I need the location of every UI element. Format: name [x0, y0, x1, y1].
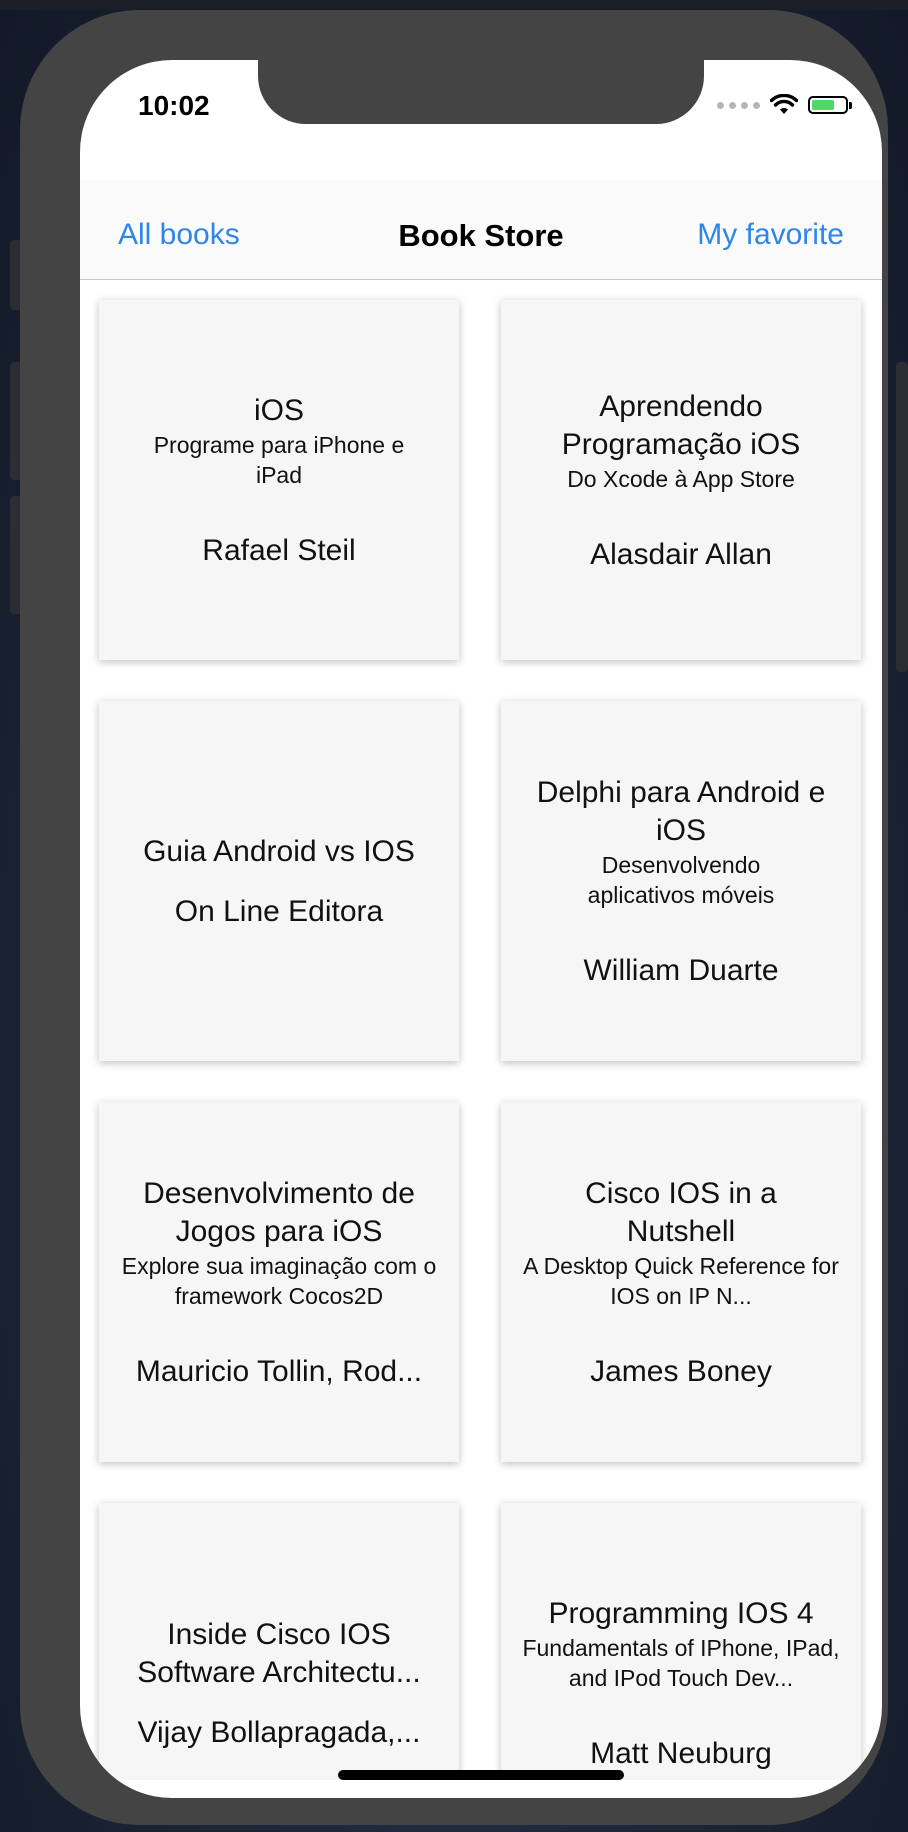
book-author: Matt Neuburg — [590, 1737, 772, 1770]
navigation-bar: All books Book Store My favorite — [80, 180, 882, 280]
book-title: Guia Android vs IOS — [143, 835, 415, 868]
book-title: Inside Cisco IOS Software Architectu... — [137, 1618, 421, 1689]
home-indicator[interactable] — [338, 1770, 624, 1780]
book-title: Delphi para Android e iOS — [536, 776, 826, 847]
desktop-top-strip — [0, 0, 908, 10]
book-subtitle: Do Xcode à App Store — [567, 466, 795, 492]
book-author: Alasdair Allan — [590, 538, 772, 571]
notch — [258, 60, 704, 124]
book-author: Vijay Bollapragada,... — [137, 1716, 421, 1749]
my-favorite-button[interactable]: My favorite — [697, 218, 844, 252]
book-subtitle: A Desktop Quick Reference for IOS on IP … — [523, 1253, 839, 1309]
cellular-signal-icon — [717, 101, 760, 109]
book-card[interactable]: Delphi para Android e iOS Desenvolvendo … — [501, 701, 861, 1061]
book-grid[interactable]: iOS Programe para iPhone e iPad Rafael S… — [80, 280, 882, 1780]
book-author: James Boney — [590, 1355, 772, 1388]
all-books-button[interactable]: All books — [118, 218, 240, 252]
book-author: On Line Editora — [174, 895, 384, 928]
power-button — [896, 362, 908, 672]
book-card[interactable]: Inside Cisco IOS Software Architectu... … — [99, 1503, 459, 1780]
device-frame: 10:02 All books Book Store My favorite i… — [20, 10, 888, 1825]
book-subtitle: Fundamentals of IPhone, IPad, and IPod T… — [522, 1635, 840, 1691]
book-title: Cisco IOS in a Nutshell — [585, 1177, 777, 1248]
book-title: Aprendendo Programação iOS — [561, 390, 801, 461]
book-title: Programming IOS 4 — [548, 1597, 814, 1630]
status-icons — [717, 94, 852, 116]
book-card[interactable]: Programming IOS 4 Fundamentals of IPhone… — [501, 1503, 861, 1780]
book-author: Mauricio Tollin, Rod... — [135, 1355, 423, 1388]
device-screen: 10:02 All books Book Store My favorite i… — [80, 60, 882, 1798]
book-card[interactable]: Cisco IOS in a Nutshell A Desktop Quick … — [501, 1102, 861, 1462]
book-subtitle: Programe para iPhone e iPad — [153, 432, 405, 488]
book-title: Desenvolvimento de Jogos para iOS — [143, 1177, 415, 1248]
book-author: Rafael Steil — [202, 534, 356, 567]
status-time: 10:02 — [138, 90, 210, 121]
book-title: iOS — [253, 394, 304, 427]
book-card[interactable]: Desenvolvimento de Jogos para iOS Explor… — [99, 1102, 459, 1462]
book-subtitle: Explore sua imaginação com o framework C… — [121, 1253, 437, 1309]
book-subtitle: Desenvolvendo aplicativos móveis — [587, 852, 775, 908]
wifi-icon — [770, 94, 798, 114]
book-card[interactable]: Aprendendo Programação iOS Do Xcode à Ap… — [501, 300, 861, 660]
battery-charging-icon — [808, 96, 852, 114]
book-card[interactable]: Guia Android vs IOS On Line Editora — [99, 701, 459, 1061]
book-author: William Duarte — [583, 954, 779, 987]
book-card[interactable]: iOS Programe para iPhone e iPad Rafael S… — [99, 300, 459, 660]
